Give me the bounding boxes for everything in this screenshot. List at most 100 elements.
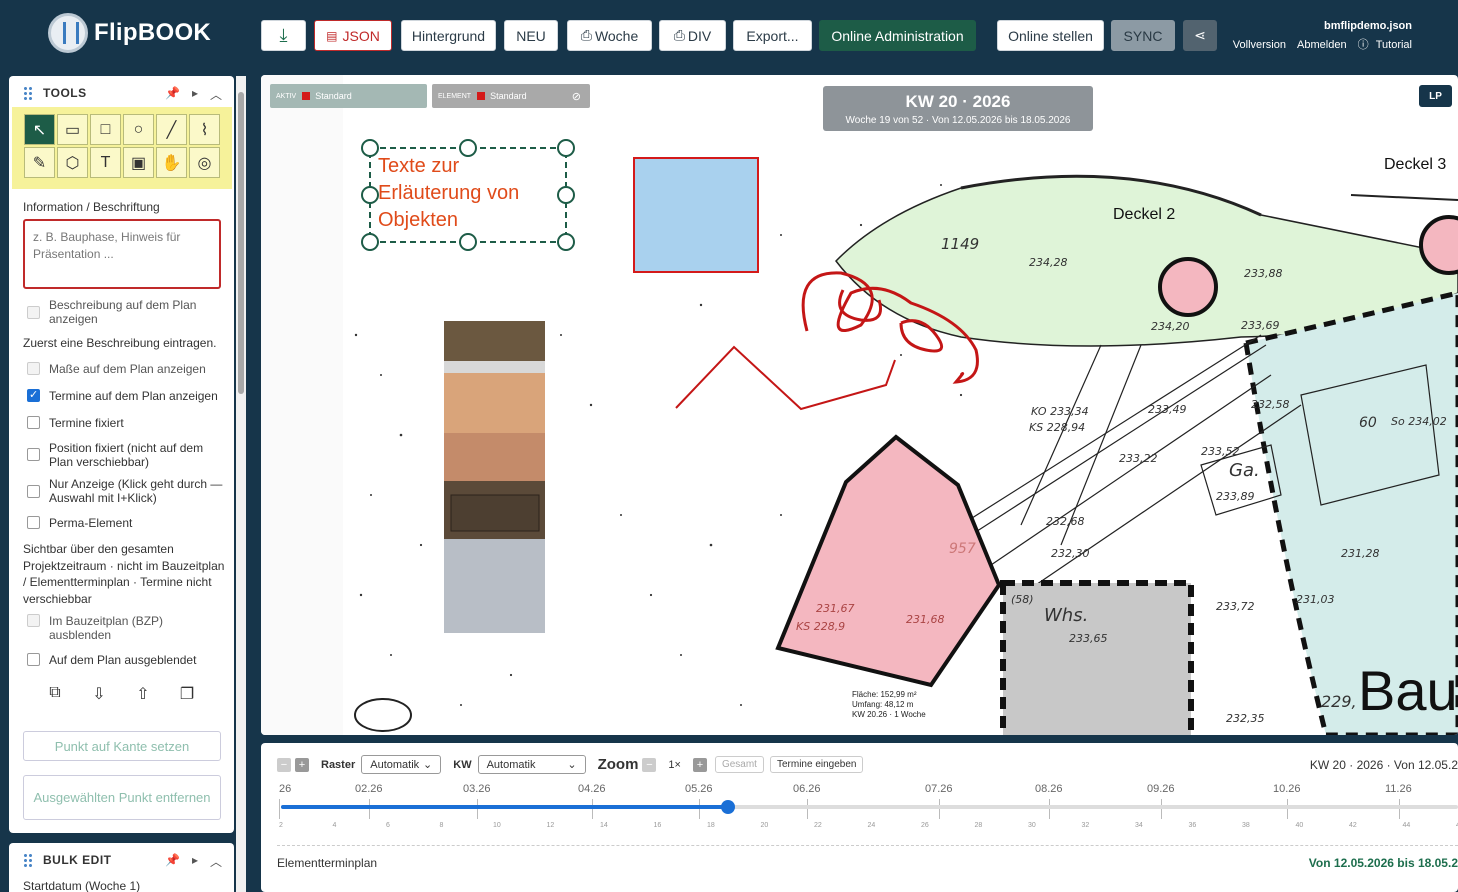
raster-minus-button[interactable]: − bbox=[277, 757, 291, 772]
deckel2-circle[interactable] bbox=[1158, 257, 1218, 317]
collapse-icon[interactable]: ︿ bbox=[210, 853, 222, 870]
month-tick: 04.26 bbox=[578, 783, 606, 795]
week-tick: 20 bbox=[760, 822, 769, 829]
lp-button[interactable]: LP bbox=[1419, 85, 1452, 107]
hide-tool-icon[interactable]: ◎ bbox=[189, 147, 220, 178]
text-object[interactable]: Texte zur Erläuterung von Objekten bbox=[378, 153, 519, 234]
timeline-slider-knob[interactable] bbox=[721, 800, 735, 814]
info-label: Information / Beschriftung bbox=[23, 200, 160, 214]
position-fixed-checkbox[interactable] bbox=[27, 448, 40, 461]
pencil-tool-icon[interactable]: ✎ bbox=[24, 147, 55, 178]
copy-element-icon[interactable]: ⧉ bbox=[45, 684, 65, 704]
hidden-on-plan-checkbox[interactable] bbox=[27, 653, 40, 666]
app-logo[interactable]: FlipBOOK bbox=[48, 13, 211, 53]
week-tick: 40 bbox=[1295, 822, 1304, 829]
freehand-line-tool-icon[interactable]: ⌇ bbox=[189, 114, 220, 145]
print-week-button[interactable]: ⎙ Woche bbox=[567, 20, 652, 51]
download-button[interactable]: ⤓ bbox=[261, 20, 306, 51]
week-tick: 16 bbox=[653, 822, 662, 829]
select-tool-icon[interactable]: ↖ bbox=[24, 114, 55, 145]
week-tick: 4 bbox=[332, 822, 337, 829]
json-button[interactable]: ▤ JSON bbox=[314, 20, 392, 51]
perma-element-checkbox[interactable] bbox=[27, 516, 40, 529]
show-description-checkbox[interactable] bbox=[27, 306, 40, 319]
collapse-icon[interactable]: ︿ bbox=[210, 86, 222, 103]
remove-selected-point-button[interactable]: Ausgewählten Punkt entfernen bbox=[23, 775, 221, 820]
bulk-edit-panel: BULK EDIT 📌 ▸ ︿ Startdatum (Woche 1) bbox=[9, 843, 234, 892]
raster-plus-button[interactable]: + bbox=[295, 757, 309, 772]
enter-dates-button[interactable]: Termine eingeben bbox=[769, 756, 864, 773]
week-tick: 44 bbox=[1402, 822, 1411, 829]
duplicate-icon[interactable]: ❐ bbox=[177, 684, 197, 704]
export-button[interactable]: Export... bbox=[733, 20, 812, 51]
background-button[interactable]: Hintergrund bbox=[401, 20, 496, 51]
week-tick: 36 bbox=[1188, 822, 1197, 829]
move-up-icon[interactable]: ⇧ bbox=[133, 684, 153, 704]
deckel3-label: Deckel 3 bbox=[1384, 156, 1447, 173]
red-polyline[interactable] bbox=[675, 345, 896, 411]
publish-online-button[interactable]: Online stellen bbox=[997, 20, 1104, 51]
image-tool-icon[interactable]: ▣ bbox=[123, 147, 154, 178]
zoom-plus-button[interactable]: + bbox=[692, 757, 707, 772]
tools-panel-title[interactable]: TOOLS bbox=[23, 86, 87, 100]
week-tick: 42 bbox=[1349, 822, 1357, 829]
sync-button[interactable]: SYNC bbox=[1111, 20, 1175, 51]
polygon-tool-icon[interactable]: ⬡ bbox=[57, 147, 88, 178]
circle-tool-icon[interactable]: ○ bbox=[123, 114, 154, 145]
week-tick: 30 bbox=[1028, 822, 1036, 829]
tutorial-link[interactable]: Tutorial bbox=[1376, 39, 1412, 51]
element-style-chip[interactable]: ELEMENT Standard ⊘ bbox=[432, 84, 590, 108]
zoom-minus-button[interactable]: − bbox=[642, 757, 657, 772]
move-down-icon[interactable]: ⇩ bbox=[89, 684, 109, 704]
site-photo[interactable] bbox=[444, 321, 545, 633]
chevron-down-icon: ⌄ bbox=[567, 759, 577, 771]
week-tick: 6 bbox=[386, 822, 390, 829]
square-tool-icon[interactable]: □ bbox=[90, 114, 121, 145]
show-dates-label: Termine auf dem Plan anzeigen bbox=[49, 389, 218, 403]
kw-select[interactable]: Automatik ⌄ bbox=[477, 755, 586, 774]
zoom-label: Zoom bbox=[597, 756, 639, 773]
info-icon[interactable]: ⓘ bbox=[1358, 39, 1369, 51]
line-tool-icon[interactable]: ╱ bbox=[156, 114, 187, 145]
active-style-chip[interactable]: AKTIV Standard bbox=[270, 84, 427, 108]
dates-fixed-checkbox[interactable] bbox=[27, 416, 40, 429]
position-fixed-label: Position fixiert (nicht auf dem Plan ver… bbox=[49, 441, 204, 469]
hide-in-bzp-checkbox[interactable] bbox=[27, 614, 40, 627]
display-only-checkbox[interactable] bbox=[27, 485, 40, 498]
pin-icon[interactable]: 📌 bbox=[165, 853, 180, 870]
expand-right-icon[interactable]: ▸ bbox=[192, 86, 198, 103]
expand-right-icon[interactable]: ▸ bbox=[192, 853, 198, 870]
deckel3-circle[interactable] bbox=[1419, 215, 1458, 275]
timeline-status: KW 20 · 2026 · Von 12.05.2 bbox=[1309, 758, 1458, 772]
info-textarea[interactable]: z. B. Bauphase, Hinweis für Präsentation… bbox=[23, 219, 221, 289]
set-point-on-edge-button[interactable]: Punkt auf Kante setzen bbox=[23, 731, 221, 761]
full-version-link[interactable]: Vollversion bbox=[1233, 39, 1286, 51]
display-only-label: Nur Anzeige (Klick geht durch — Auswahl … bbox=[49, 477, 223, 505]
rectangle-tool-icon[interactable]: ▭ bbox=[57, 114, 88, 145]
logout-link[interactable]: Abmelden bbox=[1297, 39, 1347, 51]
pan-hand-tool-icon[interactable]: ✋ bbox=[156, 147, 187, 178]
month-tick-line bbox=[1161, 799, 1162, 819]
print-div-button[interactable]: ⎙ DIV bbox=[659, 20, 726, 51]
bulk-edit-title[interactable]: BULK EDIT bbox=[23, 853, 112, 867]
new-button[interactable]: NEU bbox=[504, 20, 558, 51]
raster-select[interactable]: Automatik ⌄ bbox=[361, 755, 442, 774]
text-tool-icon[interactable]: T bbox=[90, 147, 121, 178]
red-color-swatch bbox=[302, 92, 311, 100]
plan-canvas[interactable]: AKTIV Standard ELEMENT Standard ⊘ KW 20 · … bbox=[261, 75, 1458, 735]
share-button[interactable]: ⋖ bbox=[1183, 20, 1217, 51]
pink-polygon[interactable] bbox=[775, 434, 1002, 688]
month-tick-line bbox=[369, 799, 370, 819]
online-admin-button[interactable]: Online Administration bbox=[819, 20, 976, 51]
panel-scrollbar-thumb[interactable] bbox=[238, 92, 244, 394]
pin-icon[interactable]: 📌 bbox=[165, 86, 180, 103]
drag-handle-icon[interactable] bbox=[23, 853, 33, 867]
eye-off-icon[interactable]: ⊘ bbox=[572, 90, 581, 103]
show-dates-checkbox[interactable] bbox=[27, 388, 40, 402]
blue-square[interactable] bbox=[633, 157, 759, 273]
measurement-label: Fläche: 152,99 m² Umfang: 48,12 m KW 20.… bbox=[852, 690, 926, 719]
drag-handle-icon[interactable] bbox=[23, 86, 33, 100]
month-tick-line bbox=[1399, 799, 1400, 819]
total-button[interactable]: Gesamt bbox=[714, 756, 764, 773]
show-dimensions-checkbox[interactable] bbox=[27, 362, 40, 375]
